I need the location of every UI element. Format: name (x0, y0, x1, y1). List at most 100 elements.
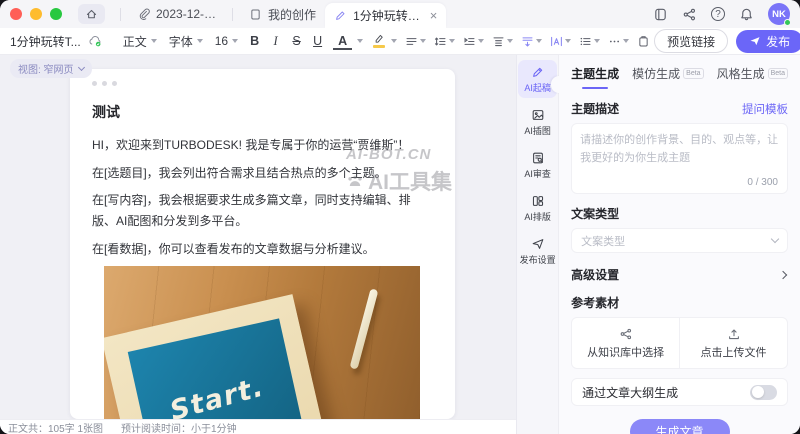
minimize-window-button[interactable] (30, 8, 42, 20)
strip-item-publish-settings[interactable]: 发布设置 (518, 232, 557, 270)
paragraph-style-dropdown[interactable]: 正文 (123, 33, 157, 50)
close-tab-icon[interactable]: × (430, 9, 438, 22)
chevron-down-icon (357, 39, 363, 43)
document-heading[interactable]: 测试 (92, 102, 433, 122)
bullet-list-icon (579, 35, 592, 48)
sign-board: Start. (127, 319, 307, 419)
pen-icon (531, 65, 545, 79)
format-painter-button[interactable] (637, 35, 650, 48)
vertical-align-button[interactable] (492, 35, 513, 48)
publish-button[interactable]: 发布 (736, 30, 800, 53)
upload-file-button[interactable]: 点击上传文件 (679, 318, 787, 368)
tab-imitation-generation[interactable]: 模仿生成 Beta (632, 65, 703, 82)
font-family-dropdown[interactable]: 字体 (169, 33, 203, 50)
chevron-down-icon (771, 235, 779, 243)
font-color-button[interactable]: A (332, 33, 363, 50)
chevron-down-icon (151, 39, 157, 43)
ai-format-icon (550, 35, 563, 48)
bell-icon[interactable] (739, 7, 754, 22)
send-icon (749, 35, 761, 47)
ai-format-button[interactable] (550, 35, 571, 48)
align-icon (405, 35, 418, 48)
panel-collapse-handle[interactable] (551, 76, 559, 93)
tab-label: 1分钟玩转… (353, 7, 420, 24)
beta-badge: Beta (768, 68, 788, 79)
status-bar: 正文共：105字 1张图 预计阅读时间：小于1分钟 (0, 419, 516, 434)
chevron-down-icon (449, 39, 455, 43)
italic-button[interactable]: I (266, 32, 285, 50)
indent-button[interactable] (463, 35, 484, 48)
layout-icon (531, 194, 545, 208)
outline-toggle[interactable] (750, 385, 777, 400)
topic-description-input[interactable] (572, 124, 787, 174)
maximize-window-button[interactable] (50, 8, 62, 20)
tab-label: 2023-12-… (156, 7, 216, 21)
avatar[interactable]: NK (768, 3, 790, 25)
chevron-down-icon (478, 39, 484, 43)
highlight-button[interactable] (371, 34, 397, 48)
document-icon (249, 8, 262, 21)
strip-item-ai-layout[interactable]: AI排版 (518, 189, 557, 227)
indent-icon (463, 35, 476, 48)
chevron-down-icon (565, 39, 571, 43)
document-paragraph[interactable]: 在[看数据]，你可以查看发布的文章数据与分析建议。 (92, 239, 433, 260)
strip-item-ai-review[interactable]: AI审查 (518, 146, 557, 184)
paperclip-icon (137, 8, 150, 21)
align-button[interactable] (405, 35, 426, 48)
insert-below-button[interactable] (521, 35, 542, 48)
copy-type-select[interactable]: 文案类型 (571, 228, 788, 253)
reference-material-label: 参考素材 (571, 294, 788, 311)
chevron-down-icon (536, 39, 542, 43)
window-titlebar: 2023-12-… 我的创作 1分钟玩转… × (0, 0, 800, 28)
document-paragraph[interactable]: 在[写内容]，我会根据要求生成多篇文章，同时支持编辑、排版、AI配图和分发到多平… (92, 190, 433, 231)
share-nodes-icon[interactable] (682, 7, 697, 22)
tab-topic-generation[interactable]: 主题生成 (571, 65, 619, 82)
app-window: 2023-12-… 我的创作 1分钟玩转… × (0, 0, 800, 434)
send-icon (531, 237, 545, 251)
page-dots (92, 81, 433, 86)
chevron-down-icon (78, 64, 85, 71)
underline-button[interactable]: U (308, 32, 327, 50)
home-button[interactable] (78, 4, 105, 24)
document-image-start-sign[interactable]: Start. (104, 266, 420, 419)
sign-text: Start. (167, 372, 268, 419)
tab-document-2023-12[interactable]: 2023-12-… (128, 0, 225, 28)
help-icon[interactable]: ? (711, 7, 725, 21)
close-window-button[interactable] (10, 8, 22, 20)
format-painter-icon (637, 35, 650, 48)
document-title[interactable]: 1分钟玩转T... (10, 33, 81, 50)
view-mode-pill[interactable]: 视图: 窄网页 (10, 59, 92, 78)
advanced-settings-row[interactable]: 高级设置 (571, 266, 788, 283)
notebook-icon[interactable] (653, 7, 668, 22)
bold-button[interactable]: B (245, 32, 264, 50)
read-time: 预计阅读时间：小于1分钟 (121, 420, 237, 434)
generate-article-button[interactable]: 生成文章 (630, 419, 730, 434)
line-spacing-button[interactable] (434, 35, 455, 48)
char-counter: 0 / 300 (747, 177, 778, 188)
question-template-link[interactable]: 提问模板 (742, 101, 788, 117)
more-button[interactable] (608, 35, 629, 48)
tab-current-article[interactable]: 1分钟玩转… × (325, 3, 446, 28)
reference-material-card: 从知识库中选择 点击上传文件 (571, 317, 788, 369)
cloud-sync-icon (87, 34, 103, 48)
copy-type-label: 文案类型 (571, 205, 788, 222)
select-from-knowledge-base-button[interactable]: 从知识库中选择 (572, 318, 679, 368)
preview-link-button[interactable]: 预览链接 (654, 29, 728, 53)
document-page[interactable]: 测试 HI，欢迎来到TURBODESK! 我是专属于你的运营“贾维斯”！ 在[选… (70, 69, 455, 419)
bullet-list-button[interactable] (579, 35, 600, 48)
font-size-dropdown[interactable]: 16 (215, 34, 238, 48)
knowledge-base-icon (619, 327, 633, 341)
strikethrough-button[interactable]: S (287, 32, 306, 50)
strip-item-ai-illustration[interactable]: AI插图 (518, 103, 557, 141)
vertical-align-icon (492, 35, 505, 48)
chevron-down-icon (232, 39, 238, 43)
document-paragraph[interactable]: 在[选题目]，我会列出符合需求且结合热点的多个主题。 (92, 163, 433, 184)
outline-toggle-label: 通过文章大纲生成 (582, 384, 678, 401)
document-paragraph[interactable]: HI，欢迎来到TURBODESK! 我是专属于你的运营“贾维斯”！ (92, 135, 433, 156)
editor-region: 视图: 窄网页 测试 HI，欢迎来到TURBODESK! 我是专属于你的运营“贾… (0, 55, 516, 434)
tab-style-generation[interactable]: 风格生成 Beta (717, 65, 788, 82)
tab-my-creations[interactable]: 我的创作 (240, 0, 325, 28)
topic-description-label: 主题描述 (571, 100, 619, 117)
ai-tool-strip: AI起稿 AI插图 AI审查 AI排版 发布设置 (516, 55, 559, 434)
format-toolbar: 1分钟玩转T... 正文 字体 16 B I S U A (0, 28, 800, 54)
